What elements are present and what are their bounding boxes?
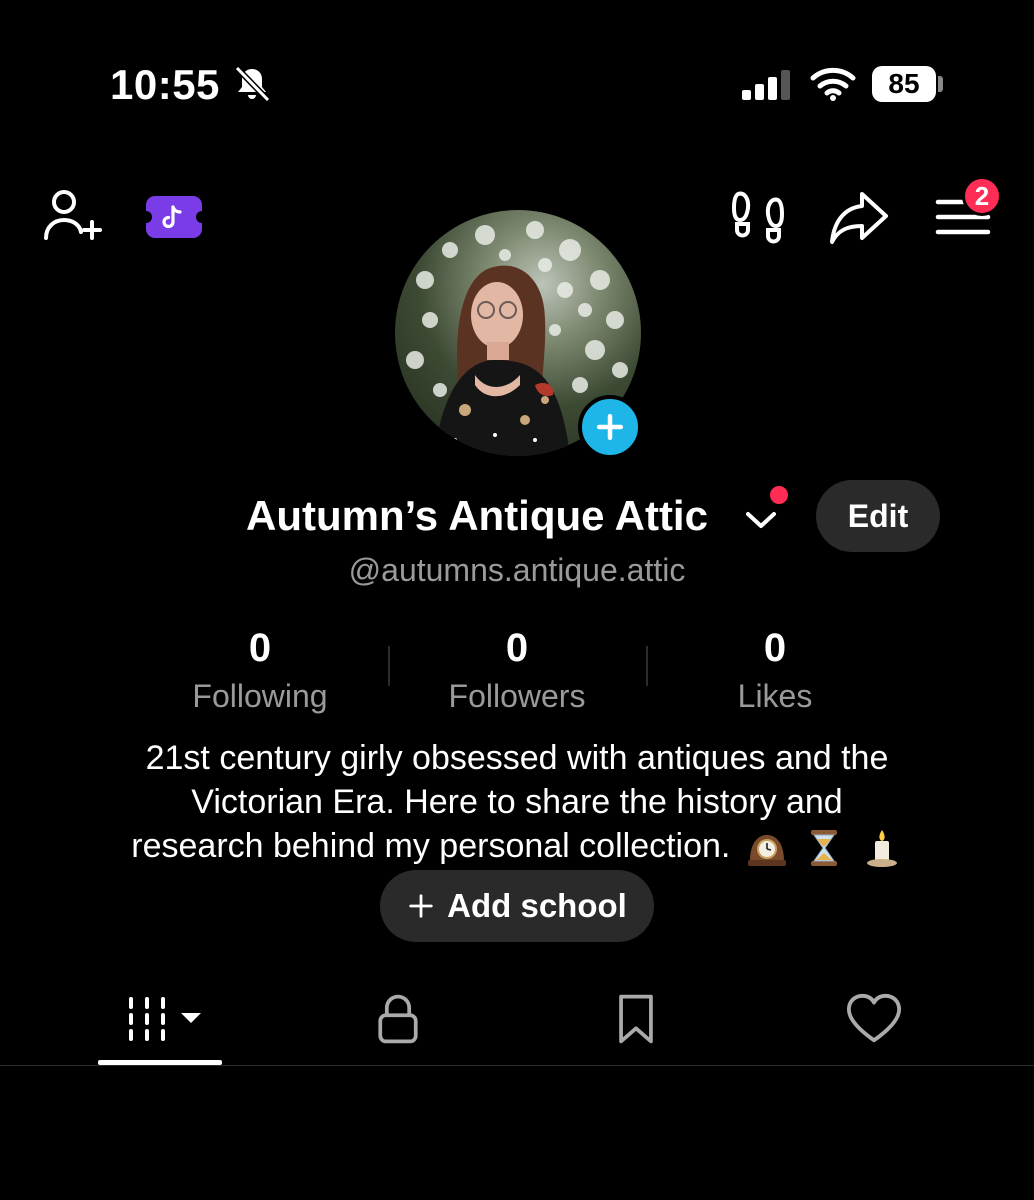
stat-followers[interactable]: 0 Followers [387, 624, 647, 718]
footprints-icon[interactable] [728, 186, 790, 248]
stat-likes[interactable]: 0 Likes [645, 624, 905, 718]
chevron-down-icon[interactable] [744, 506, 778, 532]
hourglass-icon [811, 830, 838, 867]
stat-following[interactable]: 0 Following [130, 624, 390, 718]
bio-line: 21st century girly obsessed with antique… [145, 739, 889, 777]
plus-icon [409, 894, 433, 918]
profile-bio: 21st century girly obsessed with antique… [60, 736, 974, 869]
status-time: 10:55 [110, 61, 220, 108]
stat-label: Followers [448, 678, 586, 714]
stat-value: 0 [248, 626, 272, 670]
videos-grid-icon [129, 997, 201, 1041]
tab-private[interactable] [338, 984, 458, 1054]
tab-videos[interactable] [100, 984, 220, 1054]
notification-dot [770, 486, 788, 504]
profile-name[interactable]: Autumn’s Antique Attic [246, 490, 708, 542]
tabs-divider [0, 1065, 1034, 1066]
plus-icon [596, 413, 624, 441]
add-avatar-button[interactable] [578, 395, 642, 459]
mantel-clock-icon [747, 835, 786, 867]
bio-line-with-emojis: research behind my personal collection. [60, 824, 974, 869]
add-friend-icon[interactable] [40, 186, 102, 248]
stat-value: 0 [505, 626, 529, 670]
battery-icon: 85 [872, 66, 936, 102]
share-icon[interactable] [828, 186, 890, 248]
battery-tip [938, 76, 943, 92]
bio-line: research behind my personal collection. [131, 827, 731, 865]
bio-line: Victorian Era. Here to share the history… [191, 783, 843, 821]
stat-label: Following [192, 678, 328, 714]
tiktok-ticket-icon[interactable] [140, 196, 208, 238]
lock-icon [378, 994, 418, 1044]
profile-handle: @autumns.antique.attic [348, 552, 686, 588]
candle-icon [866, 830, 897, 868]
tab-liked[interactable] [814, 984, 934, 1054]
add-school-button[interactable]: Add school [380, 870, 654, 942]
battery-level: 85 [888, 68, 920, 99]
menu-notification-badge: 2 [962, 176, 1002, 216]
wifi-icon [810, 67, 856, 101]
stat-value: 0 [763, 626, 787, 670]
edit-profile-button[interactable]: Edit [816, 480, 940, 552]
stat-label: Likes [737, 678, 813, 714]
tab-favorites[interactable] [576, 984, 696, 1054]
signal-icon [742, 70, 790, 100]
bell-slash-icon [234, 65, 271, 103]
bookmark-icon [619, 994, 653, 1044]
add-school-label: Add school [447, 887, 627, 924]
heart-icon [846, 993, 902, 1043]
